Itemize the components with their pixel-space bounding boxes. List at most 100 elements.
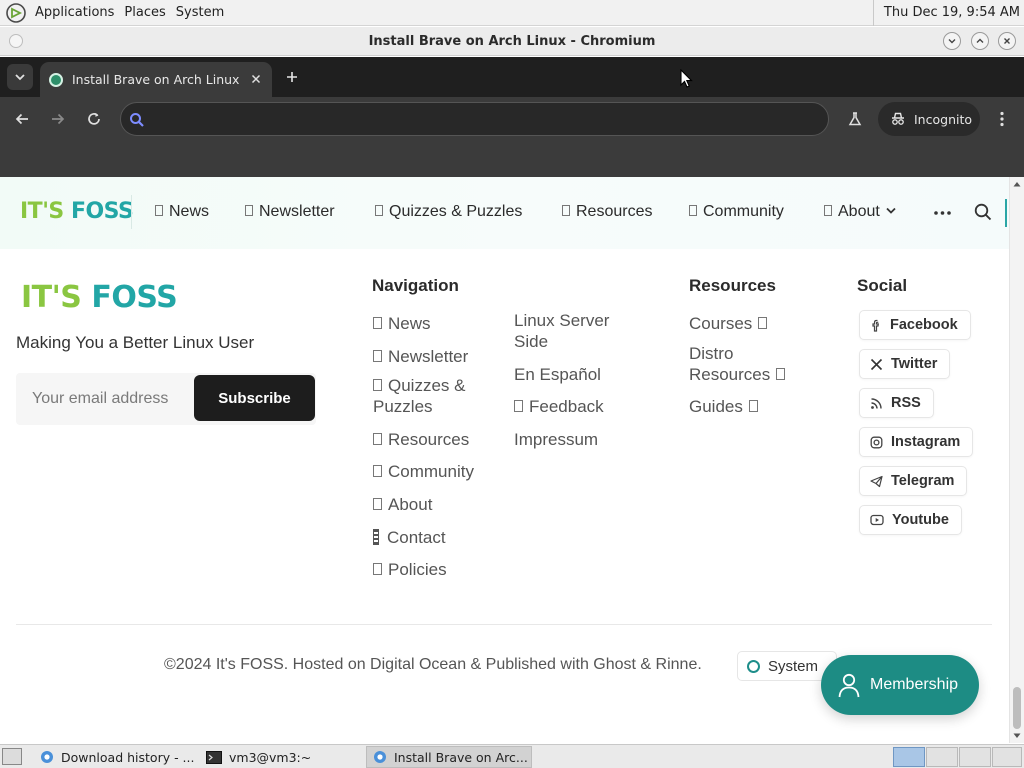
search-icon[interactable] [974, 203, 992, 221]
forward-button[interactable] [47, 108, 69, 130]
search-icon [130, 113, 144, 127]
mate-menu-icon[interactable] [6, 2, 26, 23]
reload-icon [88, 113, 100, 125]
nav-news[interactable]: News [155, 201, 209, 223]
task-download-history[interactable]: Download history - ... [34, 746, 196, 768]
social-facebook[interactable]: Facebook [859, 310, 971, 340]
tab-install-brave[interactable]: Install Brave on Arch Linux [40, 62, 272, 97]
workspace-1[interactable] [893, 747, 925, 767]
nav-about[interactable]: About [824, 201, 896, 223]
system-menu[interactable]: System [171, 0, 229, 26]
tab-close-button[interactable] [249, 72, 263, 86]
browser-menu-button[interactable] [991, 108, 1013, 130]
footer-link-policies[interactable]: Policies [373, 559, 447, 580]
footer-link-newsletter[interactable]: Newsletter [373, 346, 468, 367]
footer-link-guides-label: Guides [689, 397, 743, 416]
applications-menu[interactable]: Applications [30, 0, 119, 26]
incognito-indicator[interactable]: Incognito [878, 102, 980, 136]
tab-strip: Install Brave on Arch Linux [0, 57, 1024, 97]
rss-icon [871, 397, 882, 409]
nav-newsletter[interactable]: Newsletter [245, 201, 335, 223]
footer-link-community[interactable]: Community [373, 461, 474, 482]
footer-link-quizzes[interactable]: Quizzes & Puzzles [373, 375, 465, 417]
address-input[interactable] [153, 107, 813, 131]
quiz-icon [373, 379, 382, 391]
footer-logo-foss: FOSS [91, 280, 178, 315]
footer-link-en-espanol[interactable]: En Español [514, 364, 601, 385]
footer-link-courses[interactable]: Courses [689, 313, 768, 334]
footer-link-news[interactable]: News [373, 313, 431, 334]
social-youtube[interactable]: Youtube [859, 505, 962, 535]
policies-icon [373, 563, 382, 575]
feedback-icon [514, 400, 523, 412]
resources-icon [373, 433, 382, 445]
window-title: Install Brave on Arch Linux - Chromium [368, 34, 656, 49]
reload-button[interactable] [83, 108, 105, 130]
arrow-right-icon [52, 113, 65, 125]
footer-link-feedback[interactable]: Feedback [514, 396, 604, 417]
nav-quizzes[interactable]: Quizzes & Puzzles [375, 201, 522, 223]
theme-toggle-label: System [768, 657, 819, 675]
copyright-text: ©2024 It's FOSS. Hosted on Digital Ocean… [164, 656, 702, 673]
site-logo[interactable]: IT'S FOSS [20, 199, 134, 225]
footer-link-guides[interactable]: Guides [689, 396, 758, 417]
scroll-down-icon[interactable] [1013, 733, 1021, 739]
email-input[interactable] [16, 373, 194, 425]
new-tab-button[interactable] [282, 67, 302, 87]
show-desktop-button[interactable] [2, 748, 22, 765]
social-instagram[interactable]: Instagram [859, 427, 974, 457]
close-icon [1004, 38, 1010, 44]
panel-clock[interactable]: Thu Dec 19, 9:54 AM [872, 0, 1020, 26]
social-twitter[interactable]: Twitter [859, 349, 951, 379]
x-twitter-icon [870, 358, 883, 370]
footer-link-about-label: About [388, 495, 433, 514]
task-terminal-label: vm3@vm3:~ [229, 749, 312, 765]
footer-link-about[interactable]: About [373, 494, 432, 515]
external-link-icon [758, 317, 768, 329]
scroll-up-icon[interactable] [1013, 181, 1021, 187]
workspace-4[interactable] [992, 747, 1022, 767]
header-divider [131, 195, 132, 229]
flask-icon [848, 112, 862, 126]
minimize-button[interactable] [943, 32, 961, 50]
footer-link-distro-resources[interactable]: Distro Resources [689, 343, 786, 385]
membership-button[interactable]: Membership [821, 655, 979, 715]
scrollbar-thumb[interactable] [1013, 687, 1021, 729]
social-telegram[interactable]: Telegram [859, 466, 968, 496]
page-scrollbar[interactable] [1009, 177, 1024, 743]
footer-link-linux-server-side[interactable]: Linux Server Side [514, 310, 609, 352]
nav-resources[interactable]: Resources [562, 201, 652, 223]
window-titlebar[interactable]: Install Brave on Arch Linux - Chromium [0, 27, 1024, 56]
nav-community[interactable]: Community [689, 201, 784, 223]
address-bar[interactable] [120, 102, 829, 136]
workspace-2[interactable] [926, 747, 958, 767]
news-icon [373, 317, 382, 329]
workspace-3[interactable] [959, 747, 991, 767]
footer-link-community-label: Community [388, 462, 474, 481]
footer-link-distro-resources-label-2: Resources [689, 365, 771, 384]
tab-search-button[interactable] [7, 64, 33, 90]
footer-link-resources[interactable]: Resources [373, 429, 469, 450]
footer-link-contact[interactable]: Contact [373, 527, 446, 548]
more-dots-icon[interactable] [934, 211, 951, 215]
maximize-button[interactable] [971, 32, 989, 50]
about-icon [824, 205, 832, 216]
places-menu[interactable]: Places [119, 0, 170, 26]
task-install-brave[interactable]: Install Brave on Arc... [366, 746, 532, 768]
labs-button[interactable] [844, 108, 866, 130]
nav-newsletter-label: Newsletter [259, 203, 335, 220]
subscribe-button[interactable]: Subscribe [194, 375, 315, 421]
logo-its: IT'S [20, 199, 64, 224]
terminal-icon [206, 750, 222, 764]
footer-logo[interactable]: IT'S FOSS [21, 280, 178, 315]
close-window-button[interactable] [998, 32, 1016, 50]
footer-link-impressum[interactable]: Impressum [514, 429, 598, 450]
task-download-history-label: Download history - ... [61, 749, 195, 765]
close-icon [251, 74, 261, 84]
tagline: Making You a Better Linux User [16, 333, 255, 352]
user-icon [838, 673, 860, 698]
social-rss[interactable]: RSS [859, 388, 934, 418]
task-terminal[interactable]: vm3@vm3:~ [200, 746, 362, 768]
nav-resources-label: Resources [576, 203, 653, 220]
back-button[interactable] [11, 108, 33, 130]
